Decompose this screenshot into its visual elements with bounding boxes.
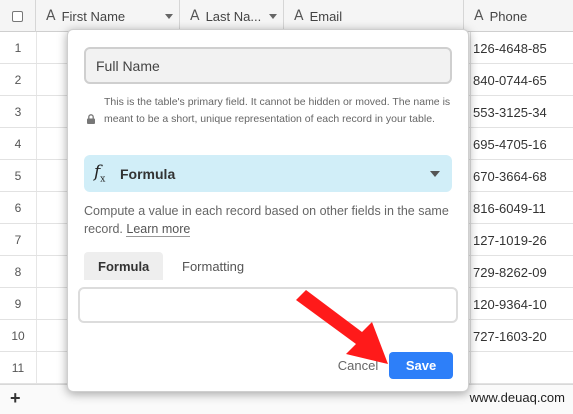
text-field-icon: A xyxy=(474,8,484,24)
row-number: 5 xyxy=(14,169,22,183)
row-number: 1 xyxy=(14,41,22,55)
field-type-description: Compute a value in each record based on … xyxy=(84,202,454,238)
learn-more-link[interactable]: Learn more xyxy=(126,222,191,237)
column-header-last-name[interactable]: A Last Na... xyxy=(180,0,284,32)
field-name-input[interactable]: Full Name xyxy=(84,47,452,84)
phone-cell[interactable]: 695-4705-16 xyxy=(470,128,573,160)
phone-cell[interactable]: 127-1019-26 xyxy=(470,224,573,256)
row-number: 3 xyxy=(14,105,22,119)
tab-formatting[interactable]: Formatting xyxy=(168,252,258,280)
row-number: 7 xyxy=(14,233,22,247)
field-type-label: Formula xyxy=(120,165,176,182)
column-label: Email xyxy=(309,8,343,24)
row-number: 8 xyxy=(14,265,22,279)
phone-cell[interactable]: 553-3125-34 xyxy=(470,96,573,128)
column-label: Phone xyxy=(489,8,528,24)
formula-tabs: Formula Formatting xyxy=(84,252,454,280)
column-header-email[interactable]: A Email xyxy=(284,0,464,32)
row-number: 2 xyxy=(14,73,22,87)
chevron-down-icon xyxy=(430,170,440,177)
add-record-button[interactable]: + xyxy=(10,388,21,409)
row-number: 11 xyxy=(11,361,25,375)
row-number: 6 xyxy=(14,201,22,215)
phone-cell[interactable]: 670-3664-68 xyxy=(470,160,573,192)
text-field-icon: A xyxy=(46,8,56,24)
watermark-text: www.deuaq.com xyxy=(469,390,565,405)
select-all-checkbox[interactable] xyxy=(0,0,36,32)
cancel-button[interactable]: Cancel xyxy=(330,352,386,378)
phone-cell[interactable] xyxy=(470,352,573,384)
text-field-icon: A xyxy=(190,8,200,24)
formula-icon: fx xyxy=(94,162,106,185)
field-type-select[interactable]: fx Formula xyxy=(84,155,452,192)
tab-formula[interactable]: Formula xyxy=(84,252,164,280)
phone-cell[interactable]: 840-0744-65 xyxy=(470,64,573,96)
phone-cell[interactable]: 727-1603-20 xyxy=(470,320,573,352)
column-label: Last Na... xyxy=(205,8,262,24)
formula-input[interactable] xyxy=(78,287,458,323)
row-number: 10 xyxy=(11,329,25,343)
column-header-first-name[interactable]: A First Name xyxy=(36,0,180,32)
chevron-down-icon[interactable] xyxy=(269,13,277,19)
row-number: 9 xyxy=(14,297,22,311)
field-config-dialog: Full Name This is the table's primary fi… xyxy=(67,29,469,392)
save-button[interactable]: Save xyxy=(389,352,453,379)
phone-cell[interactable]: 729-8262-09 xyxy=(470,256,573,288)
column-header-row: A First Name A Last Na... A Email A Phon… xyxy=(0,0,573,32)
phone-cell[interactable]: 126-4648-85 xyxy=(470,32,573,64)
chevron-down-icon[interactable] xyxy=(165,13,173,19)
lock-icon xyxy=(87,114,95,124)
phone-cell[interactable]: 120-9364-10 xyxy=(470,288,573,320)
checkbox-icon xyxy=(12,10,23,22)
phone-cell[interactable]: 816-6049-11 xyxy=(470,192,573,224)
column-header-phone[interactable]: A Phone xyxy=(464,0,573,32)
column-label: First Name xyxy=(61,8,126,24)
primary-field-note: This is the table's primary field. It ca… xyxy=(104,96,451,125)
text-field-icon: A xyxy=(294,8,304,24)
row-number: 4 xyxy=(14,137,22,151)
